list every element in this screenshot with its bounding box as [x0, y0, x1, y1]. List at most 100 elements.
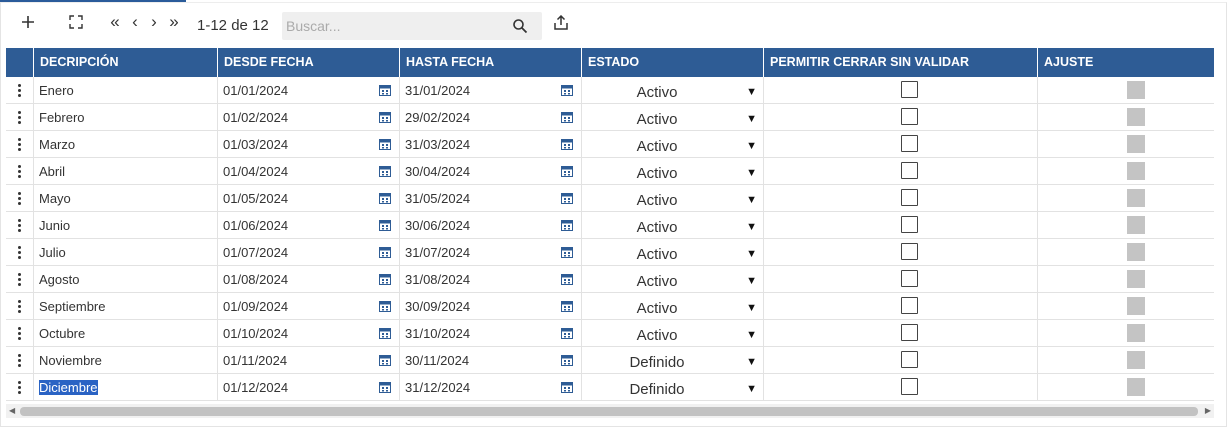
descripcion-cell[interactable]: Noviembre: [34, 347, 218, 374]
kebab-menu-icon[interactable]: [18, 354, 22, 368]
calendar-icon[interactable]: [379, 381, 391, 393]
desde-fecha-cell[interactable]: 01/04/2024: [218, 158, 400, 185]
caret-down-icon[interactable]: ▼: [746, 329, 757, 341]
descripcion-cell[interactable]: Marzo: [34, 131, 218, 158]
kebab-menu-icon[interactable]: [18, 84, 22, 98]
calendar-icon[interactable]: [561, 165, 573, 177]
header-desde-fecha[interactable]: DESDE FECHA: [218, 48, 400, 77]
hasta-fecha-cell[interactable]: 30/11/2024: [400, 347, 582, 374]
hasta-fecha-cell[interactable]: 31/07/2024: [400, 239, 582, 266]
first-page-button[interactable]: «: [106, 10, 124, 34]
kebab-menu-icon[interactable]: [18, 381, 22, 395]
descripcion-cell[interactable]: Enero: [34, 77, 218, 104]
export-button[interactable]: [551, 11, 571, 35]
table-row[interactable]: Febrero 01/02/2024 29/02/2024 Activo ▼: [6, 104, 1214, 131]
table-row[interactable]: Agosto 01/08/2024 31/08/2024 Activo ▼: [6, 266, 1214, 293]
caret-down-icon[interactable]: ▼: [746, 302, 757, 314]
estado-select[interactable]: Activo ▼: [582, 266, 764, 293]
estado-select[interactable]: Activo ▼: [582, 185, 764, 212]
estado-select[interactable]: Activo ▼: [582, 212, 764, 239]
search-input[interactable]: [286, 16, 506, 36]
hasta-fecha-cell[interactable]: 29/02/2024: [400, 104, 582, 131]
scroll-left-arrow-icon[interactable]: ◀: [9, 406, 15, 415]
calendar-icon[interactable]: [379, 300, 391, 312]
calendar-icon[interactable]: [379, 138, 391, 150]
desde-fecha-cell[interactable]: 01/11/2024: [218, 347, 400, 374]
kebab-menu-icon[interactable]: [18, 327, 22, 341]
calendar-icon[interactable]: [561, 381, 573, 393]
row-menu-cell[interactable]: [6, 374, 34, 401]
estado-select[interactable]: Activo ▼: [582, 293, 764, 320]
header-ajuste[interactable]: AJUSTE: [1038, 48, 1214, 77]
descripcion-cell[interactable]: Diciembre: [34, 374, 218, 401]
descripcion-cell[interactable]: Julio: [34, 239, 218, 266]
caret-down-icon[interactable]: ▼: [746, 140, 757, 152]
caret-down-icon[interactable]: ▼: [746, 383, 757, 395]
estado-select[interactable]: Activo ▼: [582, 320, 764, 347]
hasta-fecha-cell[interactable]: 31/05/2024: [400, 185, 582, 212]
estado-select[interactable]: Definido ▼: [582, 347, 764, 374]
estado-select[interactable]: Activo ▼: [582, 104, 764, 131]
calendar-icon[interactable]: [379, 246, 391, 258]
header-hasta-fecha[interactable]: HASTA FECHA: [400, 48, 582, 77]
kebab-menu-icon[interactable]: [18, 273, 22, 287]
caret-down-icon[interactable]: ▼: [746, 248, 757, 260]
descripcion-cell[interactable]: Junio: [34, 212, 218, 239]
horizontal-scrollbar[interactable]: ◀ ▶: [6, 404, 1214, 418]
scroll-right-arrow-icon[interactable]: ▶: [1205, 406, 1211, 415]
row-menu-cell[interactable]: [6, 266, 34, 293]
estado-select[interactable]: Definido ▼: [582, 374, 764, 401]
last-page-button[interactable]: »: [164, 10, 184, 34]
calendar-icon[interactable]: [561, 354, 573, 366]
kebab-menu-icon[interactable]: [18, 111, 22, 125]
table-row[interactable]: Mayo 01/05/2024 31/05/2024 Activo ▼: [6, 185, 1214, 212]
table-row[interactable]: Diciembre 01/12/2024 31/12/2024 Definido ▼: [6, 374, 1214, 401]
permitir-cerrar-checkbox[interactable]: [901, 270, 918, 287]
table-row[interactable]: Enero 01/01/2024 31/01/2024 Activo ▼: [6, 77, 1214, 104]
calendar-icon[interactable]: [561, 300, 573, 312]
search-icon[interactable]: [512, 18, 528, 34]
next-page-button[interactable]: ›: [146, 10, 162, 34]
row-menu-cell[interactable]: [6, 77, 34, 104]
permitir-cerrar-checkbox[interactable]: [901, 243, 918, 260]
calendar-icon[interactable]: [561, 219, 573, 231]
descripcion-cell[interactable]: Agosto: [34, 266, 218, 293]
calendar-icon[interactable]: [379, 165, 391, 177]
hasta-fecha-cell[interactable]: 30/06/2024: [400, 212, 582, 239]
permitir-cerrar-checkbox[interactable]: [901, 216, 918, 233]
expand-button[interactable]: [64, 10, 88, 34]
hasta-fecha-cell[interactable]: 30/04/2024: [400, 158, 582, 185]
descripcion-cell[interactable]: Abril: [34, 158, 218, 185]
desde-fecha-cell[interactable]: 01/07/2024: [218, 239, 400, 266]
permitir-cerrar-checkbox[interactable]: [901, 81, 918, 98]
calendar-icon[interactable]: [561, 327, 573, 339]
row-menu-cell[interactable]: [6, 347, 34, 374]
calendar-icon[interactable]: [379, 327, 391, 339]
scrollbar-thumb[interactable]: [20, 407, 1198, 416]
caret-down-icon[interactable]: ▼: [746, 113, 757, 125]
permitir-cerrar-checkbox[interactable]: [901, 297, 918, 314]
calendar-icon[interactable]: [561, 84, 573, 96]
calendar-icon[interactable]: [561, 111, 573, 123]
kebab-menu-icon[interactable]: [18, 219, 22, 233]
caret-down-icon[interactable]: ▼: [746, 221, 757, 233]
hasta-fecha-cell[interactable]: 31/08/2024: [400, 266, 582, 293]
header-permitir-cerrar[interactable]: PERMITIR CERRAR SIN VALIDAR: [764, 48, 1038, 77]
permitir-cerrar-checkbox[interactable]: [901, 162, 918, 179]
row-menu-cell[interactable]: [6, 104, 34, 131]
caret-down-icon[interactable]: ▼: [746, 356, 757, 368]
desde-fecha-cell[interactable]: 01/03/2024: [218, 131, 400, 158]
hasta-fecha-cell[interactable]: 31/03/2024: [400, 131, 582, 158]
table-row[interactable]: Octubre 01/10/2024 31/10/2024 Activo ▼: [6, 320, 1214, 347]
caret-down-icon[interactable]: ▼: [746, 194, 757, 206]
estado-select[interactable]: Activo ▼: [582, 239, 764, 266]
table-row[interactable]: Noviembre 01/11/2024 30/11/2024 Definido ▼: [6, 347, 1214, 374]
estado-select[interactable]: Activo ▼: [582, 158, 764, 185]
hasta-fecha-cell[interactable]: 30/09/2024: [400, 293, 582, 320]
hasta-fecha-cell[interactable]: 31/12/2024: [400, 374, 582, 401]
desde-fecha-cell[interactable]: 01/09/2024: [218, 293, 400, 320]
hasta-fecha-cell[interactable]: 31/10/2024: [400, 320, 582, 347]
add-button[interactable]: [16, 10, 40, 34]
descripcion-cell[interactable]: Septiembre: [34, 293, 218, 320]
permitir-cerrar-checkbox[interactable]: [901, 108, 918, 125]
